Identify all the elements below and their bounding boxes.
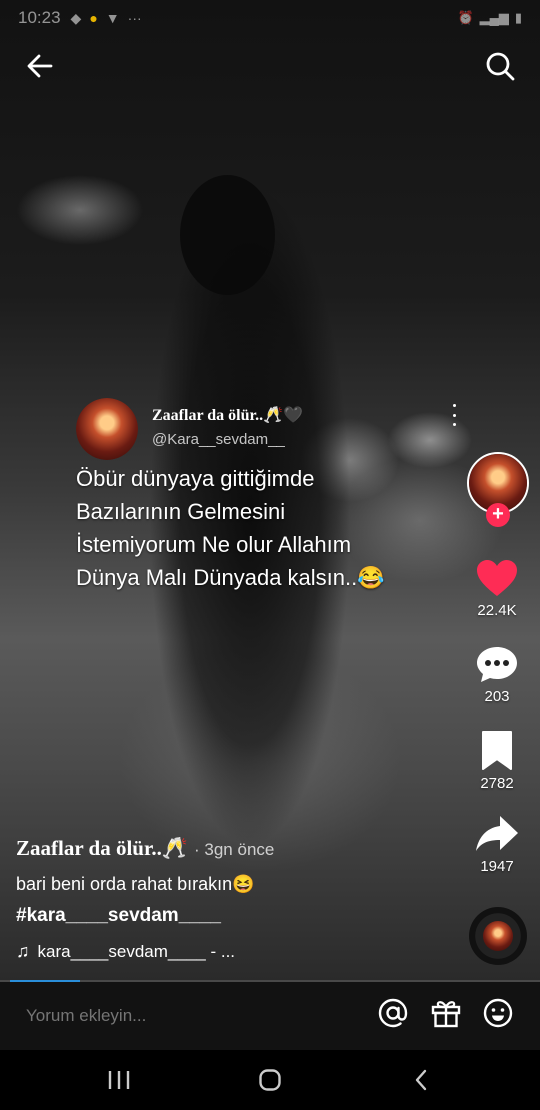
emoji-icon	[483, 998, 513, 1028]
nav-home-button[interactable]	[250, 1064, 290, 1096]
search-icon	[486, 52, 515, 81]
caption-author-row: Zaaflar da ölür..🥂 · 3gn önce	[16, 836, 274, 861]
music-note-icon: ♫	[16, 941, 30, 961]
nav-back-icon	[415, 1069, 427, 1091]
share-button[interactable]: 1947	[465, 814, 529, 875]
back-button[interactable]	[22, 48, 58, 84]
recents-icon	[108, 1071, 130, 1089]
bookmark-icon	[482, 731, 512, 770]
mention-button[interactable]	[377, 997, 409, 1029]
status-bar: 10:23 ◆ ● ▼ ··· ⏰ ▂▄▆ ▮	[0, 0, 540, 36]
music-title: kara____sevdam____ - ...	[37, 941, 236, 961]
app-notification-icon: ●	[89, 10, 98, 26]
overlay-text: Öbür dünyaya gittiğimde Bazılarının Gelm…	[76, 462, 456, 594]
share-icon	[476, 816, 518, 851]
more-notifications-icon: ···	[127, 10, 142, 26]
caption-text: bari beni orda rahat bırakın😆	[16, 874, 255, 894]
music-disc[interactable]	[469, 907, 527, 965]
follow-button[interactable]: +	[486, 503, 510, 527]
overlay-text-line: Bazılarının Gelmesini	[76, 499, 286, 524]
music-row[interactable]: ♫ kara____sevdam____ - ...	[16, 941, 235, 962]
comment-bar	[0, 982, 540, 1050]
search-button[interactable]	[482, 48, 518, 84]
home-icon	[259, 1069, 281, 1091]
caption-author[interactable]: Zaaflar da ölür..🥂	[16, 836, 188, 861]
comment-icon	[477, 647, 517, 682]
twitter-icon: ▼	[105, 10, 120, 26]
heart-icon	[477, 560, 517, 596]
overlay-text-line: Dünya Malı Dünyada kalsın..😂	[76, 565, 385, 590]
bookmark-count: 2782	[480, 775, 514, 792]
like-count: 22.4K	[477, 602, 517, 619]
overlay-text-line: İstemiyorum Ne olur Allahım	[76, 532, 352, 557]
emoji-button[interactable]	[482, 997, 514, 1029]
overlay-handle: @Kara__sevdam__	[152, 431, 285, 448]
comment-input[interactable]	[26, 1006, 326, 1026]
gift-button[interactable]	[430, 997, 462, 1029]
status-time: 10:23	[18, 8, 61, 27]
battery-icon: ▮	[514, 10, 522, 25]
status-system-icons: ⏰ ▂▄▆ ▮	[457, 10, 522, 26]
signal-icon: ▂▄▆	[479, 10, 509, 25]
nav-back-button[interactable]	[401, 1064, 441, 1096]
share-count: 1947	[480, 858, 514, 875]
like-button[interactable]: 22.4K	[465, 558, 529, 619]
status-notification-icons: ◆ ● ▼ ···	[71, 10, 142, 27]
comment-button[interactable]: 203	[465, 644, 529, 705]
overlay-more-icon	[446, 404, 462, 426]
at-icon	[378, 998, 408, 1028]
gift-icon	[431, 1001, 461, 1028]
overlay-name: Zaaflar da ölür..🥂🖤	[152, 407, 303, 424]
caption-time: · 3gn önce	[194, 840, 275, 859]
nav-recents-button[interactable]	[99, 1064, 139, 1096]
overlay-text-line: Öbür dünyaya gittiğimde	[76, 466, 315, 491]
notification-icon: ◆	[70, 9, 82, 26]
system-nav-bar	[0, 1050, 540, 1110]
overlay-avatar	[76, 398, 138, 460]
caption-hashtag[interactable]: #kara____sevdam____	[16, 905, 221, 927]
bookmark-button[interactable]: 2782	[465, 729, 529, 792]
video-figure-head	[180, 175, 275, 295]
back-arrow-icon	[27, 54, 53, 78]
alarm-icon: ⏰	[457, 10, 474, 25]
comment-count: 203	[484, 688, 510, 705]
